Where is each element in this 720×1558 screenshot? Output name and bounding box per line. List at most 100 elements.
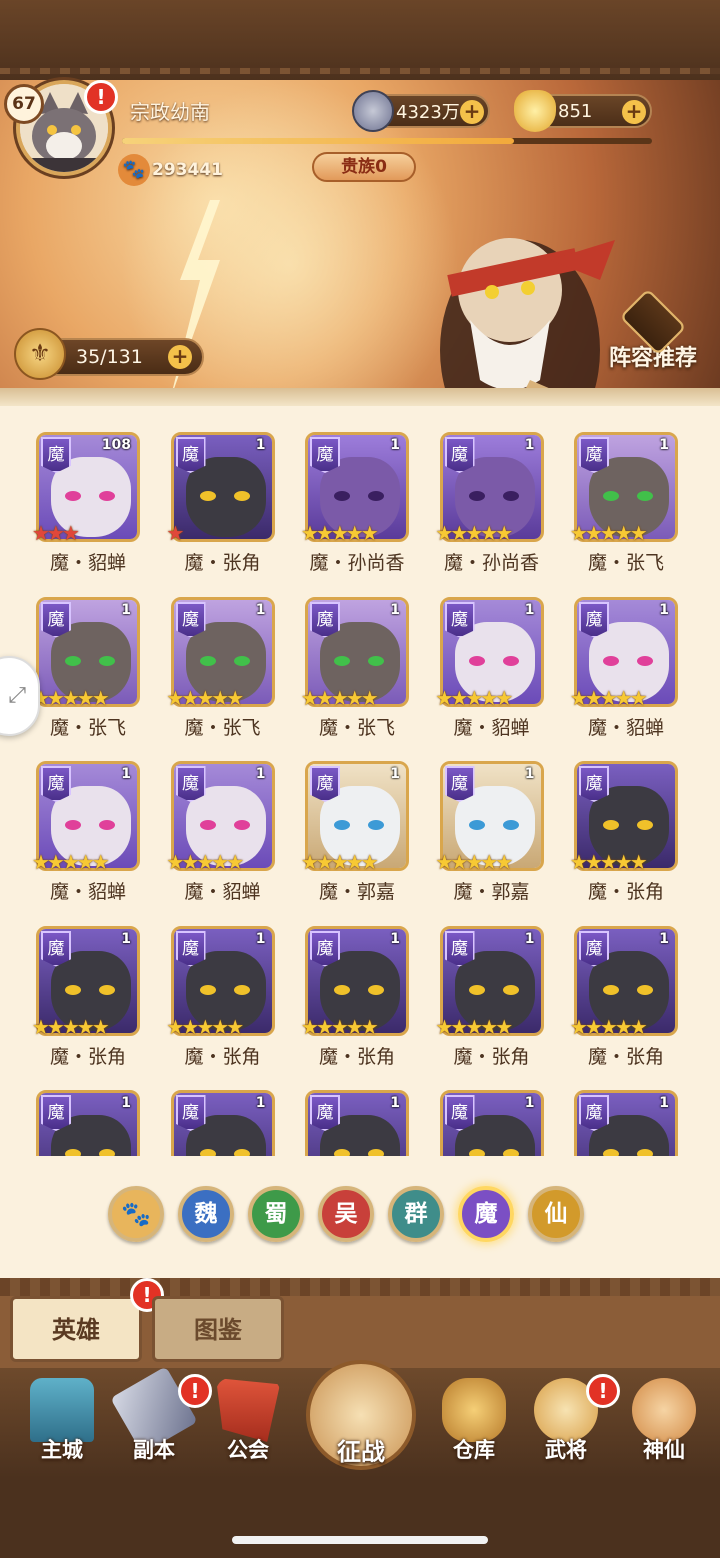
hero-eye [637, 1149, 653, 1156]
nav-guild[interactable]: 公会 [208, 1372, 288, 1472]
hero-card[interactable]: 魔 1 ★★★★★ 魔・张角 [26, 925, 150, 1086]
star-rating: ★★★★★ [435, 521, 514, 545]
faction-badge: 魔 [41, 437, 71, 473]
hero-eye [199, 820, 216, 830]
hero-card[interactable]: 魔 1 ★ 魔・张角 [161, 432, 285, 592]
coin-icon [352, 90, 394, 132]
add-coins-button[interactable]: + [460, 100, 484, 124]
noble-rank-button[interactable]: 贵族0 [312, 152, 416, 182]
hero-name: 魔・貂蝉 [587, 716, 664, 739]
hero-level: 1 [524, 1095, 535, 1111]
hero-helmet-icon: ⚜ [14, 328, 66, 380]
hero-eye [199, 1149, 216, 1156]
faction-filter-button[interactable]: 群 [388, 1186, 444, 1242]
hero-card[interactable]: 魔1 [26, 1090, 150, 1156]
hero-name: 魔・张飞 [318, 716, 395, 739]
star-rating: ★★★★★ [301, 850, 379, 874]
nav-generals-alert-icon: ! [586, 1374, 620, 1408]
player-level-badge: 67 [4, 84, 44, 124]
add-gold-button[interactable]: + [622, 100, 646, 124]
hero-card[interactable]: 魔 ★★★★★ 魔・张角 [564, 761, 688, 921]
hero-eye [603, 820, 619, 830]
faction-badge: 魔 [444, 437, 475, 473]
hero-name: 魔・孙尚香 [309, 552, 405, 574]
hero-card[interactable]: 魔 1 ★★★★★ 魔・貂蝉 [430, 596, 554, 757]
filter-all-button[interactable]: 🐾 [108, 1186, 164, 1242]
faction-badge: 魔 [444, 601, 475, 638]
hero-eye [603, 984, 619, 995]
nav-dungeon-alert-icon: ! [178, 1374, 212, 1408]
hero-card[interactable]: 魔 1 ★★★★★ 魔・貂蝉 [161, 761, 285, 921]
hero-eye [502, 984, 519, 995]
nav-main-city[interactable]: 主城 [22, 1372, 102, 1472]
hero-card[interactable]: 魔 1 ★★★★★ 魔・郭嘉 [430, 761, 554, 921]
home-indicator[interactable] [232, 1536, 488, 1544]
hero-card[interactable]: 魔 1 ★★★★★ 魔・张角 [430, 925, 554, 1086]
hero-name: 魔・张飞 [184, 716, 261, 739]
paw-points-value: 293441 [152, 160, 223, 180]
hero-eye [334, 820, 350, 830]
hero-card[interactable]: 魔 1 ★★★★★ 魔・张角 [295, 925, 419, 1086]
hero-portrait: 魔1 [439, 1090, 544, 1156]
hero-name: 魔・貂蝉 [453, 716, 530, 739]
faction-badge: 魔 [444, 930, 475, 967]
hero-illustration [440, 238, 615, 388]
hero-level: 1 [659, 601, 669, 618]
coin-counter[interactable]: 4323万 + [352, 90, 490, 132]
hero-level: 1 [659, 930, 669, 947]
hero-level: 1 [121, 930, 131, 947]
hero-card[interactable]: 魔 1 ★★★★★ 魔・张角 [564, 925, 688, 1086]
hero-card[interactable]: 魔 1 ★★★★★ 魔・张飞 [295, 596, 419, 757]
hero-name: 魔・孙尚香 [443, 552, 539, 574]
nav-warehouse[interactable]: 仓库 [434, 1372, 514, 1472]
faction-filter-button[interactable]: 魏 [178, 1186, 234, 1242]
nav-immortals-label: 神仙 [643, 1438, 685, 1462]
hero-level: 1 [390, 930, 400, 947]
star-rating: ★★★★★ [435, 685, 514, 710]
faction-badge: 魔 [310, 437, 340, 473]
nav-campaign[interactable]: 征战 [302, 1346, 420, 1474]
hero-eye [637, 820, 653, 830]
tab-heroes[interactable]: 英雄 [10, 1296, 142, 1362]
hero-card[interactable]: 魔1 [161, 1090, 285, 1156]
hero-card[interactable]: 魔1 [430, 1090, 554, 1156]
hero-card[interactable]: 魔1 [564, 1090, 688, 1156]
faction-filter-button[interactable]: 仙 [528, 1186, 584, 1242]
hero-card[interactable]: 魔 1 ★★★★★ 魔・郭嘉 [295, 761, 419, 921]
faction-filter-button[interactable]: 蜀 [248, 1186, 304, 1242]
faction-badge: 魔 [579, 437, 609, 473]
hero-eye [233, 984, 250, 995]
star-rating: ★★★★★ [32, 685, 110, 710]
hero-card[interactable]: 魔 1 ★★★★★ 魔・孙尚香 [295, 432, 419, 592]
hero-card[interactable]: 魔 1 ★★★★★ 魔・孙尚香 [430, 432, 554, 592]
nav-warehouse-label: 仓库 [453, 1438, 495, 1462]
tab-codex[interactable]: 图鉴 [152, 1296, 284, 1362]
hero-card[interactable]: 魔 1 ★★★★★ 魔・貂蝉 [564, 596, 688, 757]
star-rating: ★★★★★ [301, 521, 379, 545]
add-hero-slots-button[interactable]: + [168, 345, 192, 369]
hero-card[interactable]: 魔 1 ★★★★★ 魔・张角 [161, 925, 285, 1086]
faction-filter-button[interactable]: 魔 [458, 1186, 514, 1242]
nav-main-city-label: 主城 [41, 1438, 83, 1462]
hero-card[interactable]: 魔 1 ★★★★★ 魔・张飞 [564, 432, 688, 592]
faction-filter-button[interactable]: 吴 [318, 1186, 374, 1242]
gold-counter[interactable]: 851 + [514, 90, 652, 132]
hero-card[interactable]: 魔 1 ★★★★★ 魔・张飞 [26, 596, 150, 757]
faction-badge: 魔 [175, 437, 206, 473]
lineup-recommend-button[interactable]: 阵容推荐 [598, 288, 708, 378]
hero-eye [233, 655, 250, 666]
coin-amount: 4323万 [396, 102, 460, 123]
hero-card[interactable]: 魔 1 ★★★★★ 魔・张飞 [161, 596, 285, 757]
hero-level: 1 [659, 437, 669, 453]
nav-immortals[interactable]: 神仙 [624, 1372, 704, 1472]
hero-card[interactable]: 魔 108 ★★★ 魔・貂蝉 [26, 432, 150, 592]
hero-card[interactable]: 魔 1 ★★★★★ 魔・貂蝉 [26, 761, 150, 921]
strip-pattern [0, 68, 720, 74]
star-rating: ★★★ [32, 521, 80, 545]
hero-eye [99, 984, 115, 995]
hero-level: 1 [121, 601, 131, 618]
hero-name: 魔・张飞 [49, 716, 126, 739]
hero-count-pill[interactable]: ⚜ 35/131 + [14, 328, 204, 380]
hero-eye [65, 984, 81, 995]
hero-card[interactable]: 魔1 [295, 1090, 419, 1156]
